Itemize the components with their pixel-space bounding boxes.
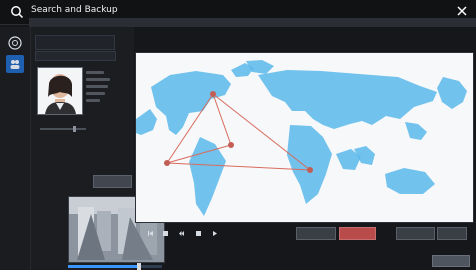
panel-action-button[interactable] — [93, 175, 132, 188]
skip-back-icon[interactable] — [147, 230, 154, 237]
bottom-button-3[interactable] — [396, 227, 435, 240]
play-icon[interactable] — [211, 230, 218, 237]
left-rail — [0, 27, 31, 270]
window-title: Search and Backup — [31, 5, 118, 15]
tab-3[interactable] — [215, 19, 273, 26]
tab-2[interactable] — [157, 19, 215, 26]
confidence-slider-track[interactable] — [40, 128, 86, 130]
rewind-icon[interactable] — [178, 230, 185, 237]
tab-5[interactable] — [331, 19, 389, 26]
toolbar-item-1[interactable] — [41, 53, 56, 58]
app-window: Search and Backup — [0, 0, 476, 270]
mini-toolbar — [35, 51, 116, 61]
toolbar-item-3[interactable] — [82, 53, 102, 58]
aperture-button[interactable] — [6, 34, 24, 52]
face-image — [38, 68, 82, 114]
aperture-icon — [8, 36, 22, 50]
confidence-slider-thumb[interactable] — [73, 126, 76, 132]
bottom-button-1[interactable] — [296, 227, 336, 240]
search-icon — [11, 6, 24, 19]
bottom-right-button[interactable] — [432, 255, 470, 267]
map-toolbar — [136, 38, 464, 50]
face-details — [86, 70, 122, 115]
stop-square-icon[interactable] — [195, 230, 202, 237]
tab-1[interactable] — [99, 19, 157, 26]
face-thumbnail[interactable] — [37, 67, 83, 115]
people-icon — [10, 60, 20, 69]
search-panel — [31, 27, 165, 270]
tab-4[interactable] — [273, 19, 331, 26]
video-scrubber-thumb[interactable] — [137, 263, 141, 270]
stop-icon[interactable] — [162, 230, 169, 237]
bottom-button-2[interactable] — [339, 227, 376, 240]
people-button[interactable] — [6, 55, 24, 73]
world-map — [136, 53, 473, 222]
tab-bar — [29, 18, 476, 27]
bottom-button-4[interactable] — [437, 227, 467, 240]
toolbar-item-2[interactable] — [61, 53, 76, 58]
video-scrubber-fill — [68, 265, 139, 268]
close-icon[interactable] — [455, 4, 469, 18]
playback-controls — [145, 227, 245, 241]
panel-header — [35, 35, 115, 50]
map-panel[interactable] — [135, 52, 474, 223]
